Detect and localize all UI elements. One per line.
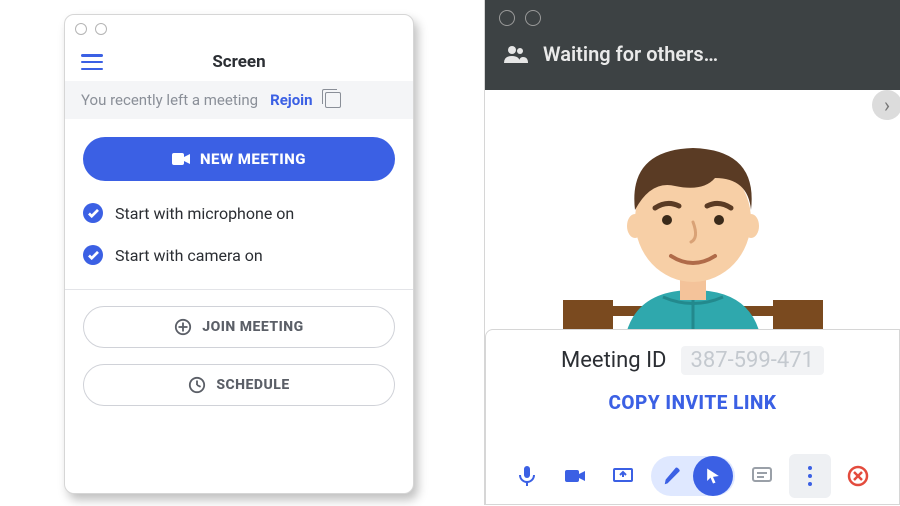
pen-button[interactable]	[653, 456, 693, 496]
microphone-button[interactable]	[506, 454, 548, 498]
app-title: Screen	[103, 52, 375, 72]
divider	[65, 289, 413, 290]
option-cam-label: Start with camera on	[115, 246, 263, 265]
copy-invite-link[interactable]: COPY INVITE LINK	[500, 391, 885, 414]
chevron-right-icon[interactable]: ›	[872, 90, 900, 120]
share-screen-button[interactable]	[602, 454, 644, 498]
menu-icon[interactable]	[81, 54, 103, 70]
rejoin-bar: You recently left a meeting Rejoin	[65, 81, 413, 119]
join-meeting-button[interactable]: JOIN MEETING	[83, 306, 395, 348]
camera-button[interactable]	[554, 454, 596, 498]
rejoin-message: You recently left a meeting	[81, 91, 258, 109]
rejoin-link[interactable]: Rejoin	[270, 91, 312, 109]
status-text: Waiting for others…	[543, 42, 718, 66]
leave-button[interactable]	[837, 454, 879, 498]
more-button[interactable]	[789, 454, 831, 498]
new-meeting-button[interactable]: NEW MEETING	[83, 137, 395, 181]
option-microphone[interactable]: Start with microphone on	[83, 203, 395, 223]
check-icon	[83, 203, 103, 223]
people-icon	[503, 45, 529, 63]
meeting-window: Waiting for others… ›	[484, 0, 900, 505]
schedule-label: SCHEDULE	[216, 377, 289, 393]
meeting-id-value[interactable]: 387-599-471	[681, 346, 824, 375]
window-controls	[485, 0, 900, 36]
lobby-body: NEW MEETING Start with microphone on Sta…	[65, 119, 413, 406]
meeting-info-panel: Meeting ID 387-599-471 COPY INVITE LINK	[485, 329, 900, 505]
annotation-tool-group	[651, 456, 735, 496]
meeting-id-row: Meeting ID 387-599-471	[500, 346, 885, 375]
meeting-id-label: Meeting ID	[561, 348, 666, 373]
traffic-light-minimize[interactable]	[95, 23, 107, 35]
option-mic-label: Start with microphone on	[115, 204, 294, 223]
option-camera[interactable]: Start with camera on	[83, 245, 395, 265]
chat-button[interactable]	[741, 454, 783, 498]
traffic-light-close[interactable]	[499, 10, 515, 26]
traffic-light-minimize[interactable]	[525, 10, 541, 26]
window-controls	[65, 15, 413, 43]
traffic-light-close[interactable]	[75, 23, 87, 35]
schedule-button[interactable]: SCHEDULE	[83, 364, 395, 406]
meeting-header: Waiting for others…	[485, 0, 900, 90]
cursor-button[interactable]	[693, 456, 733, 496]
lobby-header: Screen	[65, 43, 413, 81]
copy-icon[interactable]	[325, 92, 341, 108]
check-icon	[83, 245, 103, 265]
lobby-window: Screen You recently left a meeting Rejoi…	[64, 14, 414, 494]
meeting-status-bar: Waiting for others…	[485, 36, 900, 72]
new-meeting-label: NEW MEETING	[200, 150, 306, 168]
meeting-toolbar	[500, 448, 885, 504]
join-meeting-label: JOIN MEETING	[202, 319, 303, 335]
video-icon	[172, 153, 190, 165]
